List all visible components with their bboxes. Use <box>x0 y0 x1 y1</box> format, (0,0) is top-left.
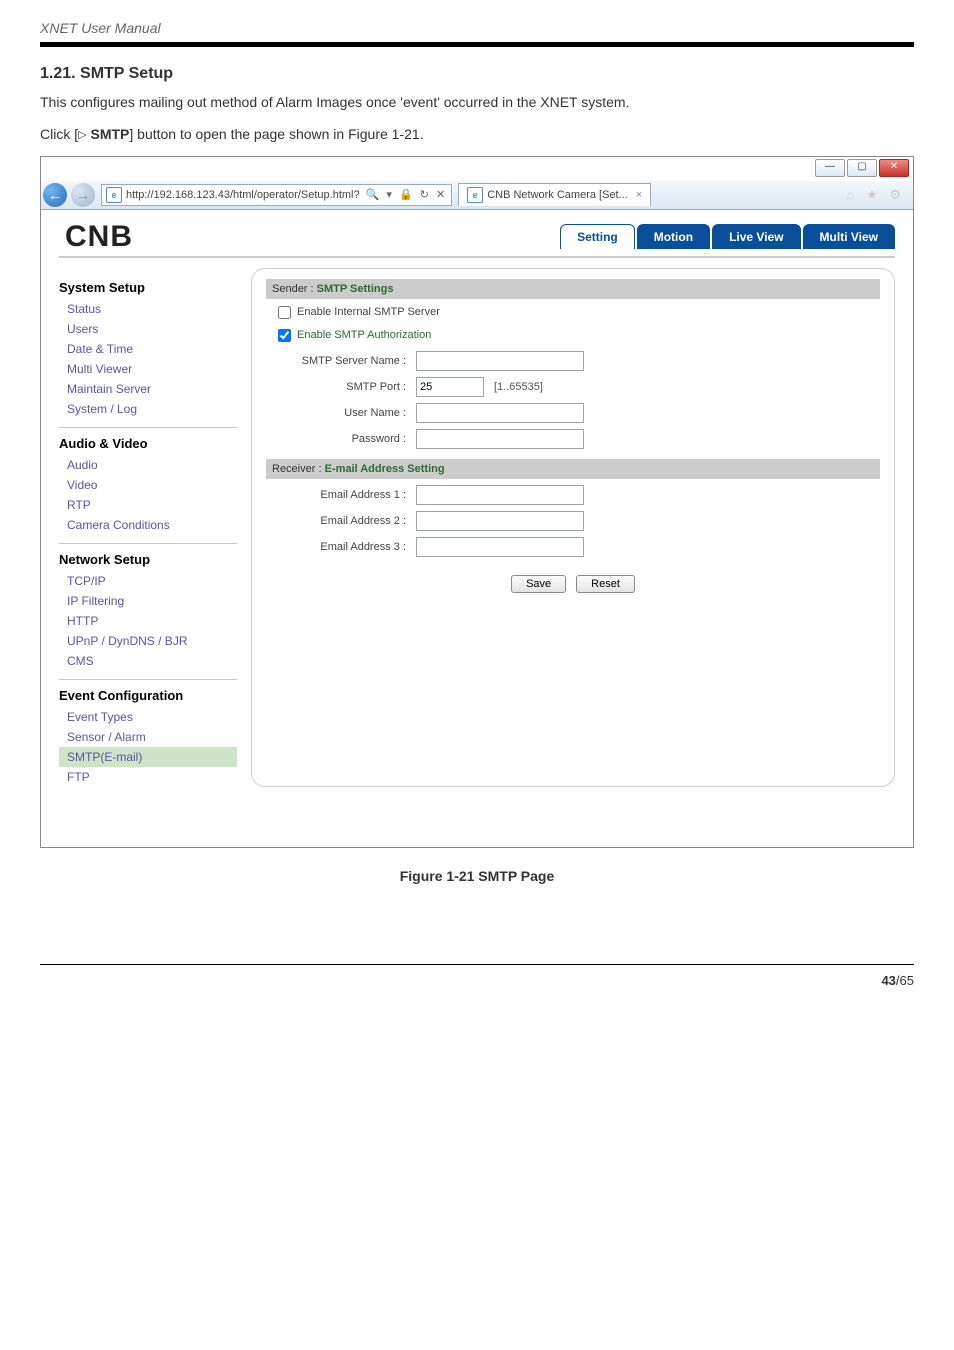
triangle-icon: ▷ <box>78 127 86 145</box>
lbl-server-name: SMTP Server Name : <box>266 355 416 367</box>
browser-tab[interactable]: e CNB Network Camera [Set... × <box>458 183 651 206</box>
sender-bold: SMTP Settings <box>317 283 394 295</box>
lbl-email2: Email Address 2 : <box>266 515 416 527</box>
tab-live-view[interactable]: Live View <box>712 224 800 249</box>
sidebar-item-ipfilter[interactable]: IP Filtering <box>59 591 237 611</box>
divider <box>40 42 914 47</box>
ie-icon: e <box>467 187 483 203</box>
window-controls: — ▢ ✕ <box>41 157 913 181</box>
receiver-bar: Receiver : E-mail Address Setting <box>266 459 880 479</box>
sidebar-item-eventtypes[interactable]: Event Types <box>59 707 237 727</box>
tab-close-icon[interactable]: × <box>636 189 642 201</box>
sidebar-item-maintain[interactable]: Maintain Server <box>59 379 237 399</box>
tab-motion[interactable]: Motion <box>637 224 710 249</box>
receiver-bold: E-mail Address Setting <box>325 463 445 475</box>
maximize-button[interactable]: ▢ <box>847 159 877 177</box>
sidebar: System Setup Status Users Date & Time Mu… <box>59 268 237 787</box>
intro-text: This configures mailing out method of Al… <box>40 91 914 113</box>
input-server-name[interactable] <box>416 351 584 371</box>
receiver-prefix: Receiver : <box>272 463 325 475</box>
chk-internal-label: Enable Internal SMTP Server <box>297 306 440 318</box>
close-window-button[interactable]: ✕ <box>879 159 909 177</box>
sidebar-item-multiviewer[interactable]: Multi Viewer <box>59 359 237 379</box>
sidebar-item-http[interactable]: HTTP <box>59 611 237 631</box>
screenshot-window: — ▢ ✕ ← → e http://192.168.123.43/html/o… <box>40 156 914 848</box>
sidebar-item-sensor[interactable]: Sensor / Alarm <box>59 727 237 747</box>
sidebar-item-video[interactable]: Video <box>59 475 237 495</box>
click-prefix: Click [ <box>40 126 78 142</box>
url-text: http://192.168.123.43/html/operator/Setu… <box>126 189 360 201</box>
lbl-email3: Email Address 3 : <box>266 541 416 553</box>
sidebar-item-ftp[interactable]: FTP <box>59 767 237 787</box>
lbl-smtp-port: SMTP Port : <box>266 381 416 393</box>
back-button[interactable]: ← <box>43 183 67 207</box>
page-current: 43 <box>881 973 895 988</box>
chk-smtp-auth[interactable] <box>278 329 291 342</box>
sender-prefix: Sender : <box>272 283 317 295</box>
browser-toolbar: ← → e http://192.168.123.43/html/operato… <box>41 181 913 210</box>
address-glyphs: 🔍 ▾ 🔒 ↻ ✕ <box>366 188 448 201</box>
hint-port-range: [1..65535] <box>494 381 543 393</box>
chk-internal-smtp[interactable] <box>278 306 291 319</box>
sidebar-group-system: System Setup <box>59 280 237 295</box>
page-total: 65 <box>900 973 914 988</box>
input-smtp-port[interactable] <box>416 377 484 397</box>
sidebar-item-datetime[interactable]: Date & Time <box>59 339 237 359</box>
sender-bar: Sender : SMTP Settings <box>266 279 880 299</box>
sidebar-item-users[interactable]: Users <box>59 319 237 339</box>
sidebar-item-smtp[interactable]: SMTP(E-mail) <box>59 747 237 767</box>
reset-button[interactable]: Reset <box>576 575 635 593</box>
lbl-password: Password : <box>266 433 416 445</box>
sidebar-group-av: Audio & Video <box>59 436 237 451</box>
manual-title: XNET User Manual <box>40 0 914 42</box>
page-footer: 43 / 65 <box>40 973 914 1008</box>
lbl-username: User Name : <box>266 407 416 419</box>
sidebar-group-network: Network Setup <box>59 552 237 567</box>
address-bar[interactable]: e http://192.168.123.43/html/operator/Se… <box>101 184 452 206</box>
click-instruction: Click [▷ SMTP] button to open the page s… <box>40 123 914 145</box>
input-email2[interactable] <box>416 511 584 531</box>
sidebar-item-systemlog[interactable]: System / Log <box>59 399 237 419</box>
forward-button[interactable]: → <box>71 183 95 207</box>
ie-icon: e <box>106 187 122 203</box>
brand-logo: CNB <box>65 220 133 254</box>
toolbar-right-icons[interactable]: ⌂ ★ ⚙ <box>847 187 913 203</box>
settings-panel: Sender : SMTP Settings Enable Internal S… <box>251 268 895 787</box>
sidebar-group-event: Event Configuration <box>59 688 237 703</box>
tab-title: CNB Network Camera [Set... <box>487 189 628 201</box>
sidebar-item-rtp[interactable]: RTP <box>59 495 237 515</box>
input-username[interactable] <box>416 403 584 423</box>
sidebar-item-tcpip[interactable]: TCP/IP <box>59 571 237 591</box>
sidebar-item-audio[interactable]: Audio <box>59 455 237 475</box>
footer-divider <box>40 964 914 965</box>
input-email1[interactable] <box>416 485 584 505</box>
click-suffix: ] button to open the page shown in Figur… <box>129 126 423 142</box>
minimize-button[interactable]: — <box>815 159 845 177</box>
tab-setting[interactable]: Setting <box>560 224 635 249</box>
click-smtp: SMTP <box>87 126 130 142</box>
input-password[interactable] <box>416 429 584 449</box>
save-button[interactable]: Save <box>511 575 566 593</box>
input-email3[interactable] <box>416 537 584 557</box>
section-heading: 1.21. SMTP Setup <box>40 65 914 83</box>
sidebar-item-camera-cond[interactable]: Camera Conditions <box>59 515 237 535</box>
chk-auth-label: Enable SMTP Authorization <box>297 329 431 341</box>
top-tabs: Setting Motion Live View Multi View <box>558 224 895 249</box>
sidebar-item-cms[interactable]: CMS <box>59 651 237 671</box>
sidebar-item-status[interactable]: Status <box>59 299 237 319</box>
figure-caption: Figure 1-21 SMTP Page <box>40 868 914 884</box>
lbl-email1: Email Address 1 : <box>266 489 416 501</box>
sidebar-item-upnp[interactable]: UPnP / DynDNS / BJR <box>59 631 237 651</box>
tab-multi-view[interactable]: Multi View <box>803 224 895 249</box>
